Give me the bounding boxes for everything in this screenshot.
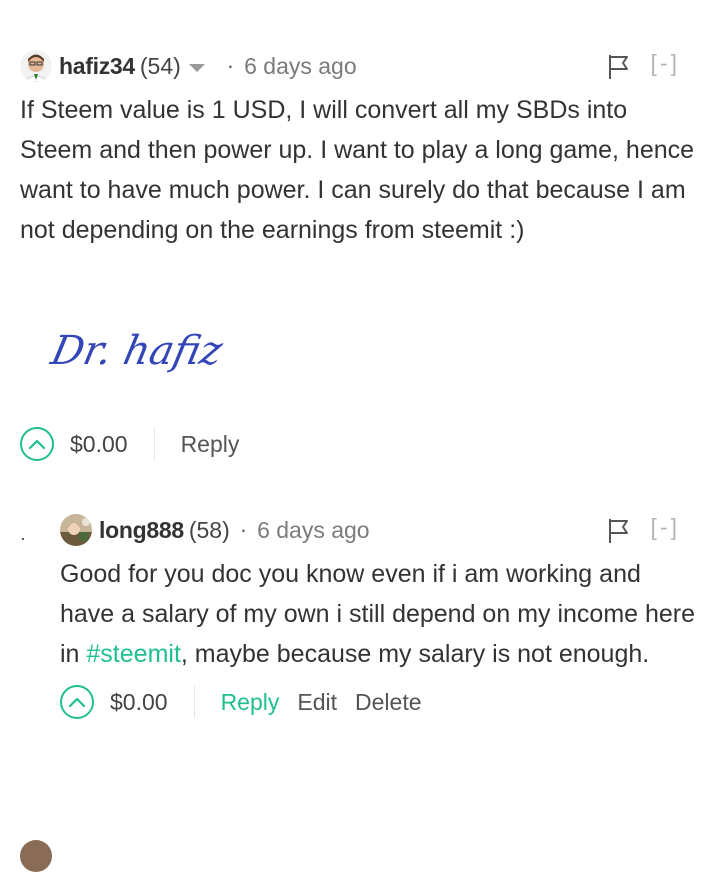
comment-header: long888 (58) · 6 days ago bbox=[60, 508, 370, 552]
divider bbox=[193, 686, 195, 718]
chevron-down-icon[interactable] bbox=[188, 63, 205, 72]
edit-link[interactable]: Edit bbox=[297, 689, 337, 716]
collapse-toggle[interactable]: [-] bbox=[651, 50, 680, 77]
payout-value[interactable]: $0.00 bbox=[110, 689, 168, 716]
comment-header: hafiz34 (54) · 6 days ago bbox=[20, 44, 357, 88]
chevron-up-icon bbox=[68, 697, 86, 708]
avatar[interactable] bbox=[20, 50, 52, 82]
flag-icon[interactable] bbox=[608, 518, 630, 544]
timestamp[interactable]: 6 days ago bbox=[244, 53, 357, 80]
comment-body-text: , maybe because my salary is not enough. bbox=[180, 640, 650, 668]
comment-body: If Steem value is 1 USD, I will convert … bbox=[20, 96, 695, 244]
author-reputation: (54) bbox=[139, 52, 181, 79]
flag-icon[interactable] bbox=[608, 54, 630, 80]
hashtag-link[interactable]: #steemit bbox=[86, 640, 180, 668]
divider bbox=[153, 428, 155, 460]
payout-value[interactable]: $0.00 bbox=[70, 431, 128, 458]
timestamp[interactable]: 6 days ago bbox=[257, 517, 370, 544]
reply-link[interactable]: Reply bbox=[181, 431, 240, 458]
chevron-up-icon bbox=[28, 439, 46, 450]
author-reputation: (58) bbox=[188, 516, 230, 543]
comment-body: Good for you doc you know even if i am w… bbox=[60, 554, 700, 674]
separator-dot: · bbox=[239, 517, 248, 542]
upvote-button[interactable] bbox=[60, 685, 94, 719]
comment-footer: $0.00 Reply bbox=[20, 422, 239, 466]
author-name[interactable]: hafiz34 bbox=[59, 53, 135, 80]
avatar[interactable] bbox=[20, 840, 52, 872]
thread-bullet: · bbox=[20, 528, 26, 548]
comment-footer: $0.00 Reply Edit Delete bbox=[60, 680, 422, 724]
upvote-button[interactable] bbox=[20, 427, 54, 461]
author-name[interactable]: long888 bbox=[99, 517, 184, 544]
avatar[interactable] bbox=[60, 514, 92, 546]
delete-link[interactable]: Delete bbox=[355, 689, 421, 716]
svg-text:Dr. hafiz: Dr. hafiz bbox=[46, 326, 227, 373]
reply-link[interactable]: Reply bbox=[221, 689, 280, 716]
signature-image: Dr. hafiz bbox=[46, 326, 227, 373]
separator-dot: · bbox=[226, 53, 235, 78]
collapse-toggle[interactable]: [-] bbox=[651, 514, 680, 541]
